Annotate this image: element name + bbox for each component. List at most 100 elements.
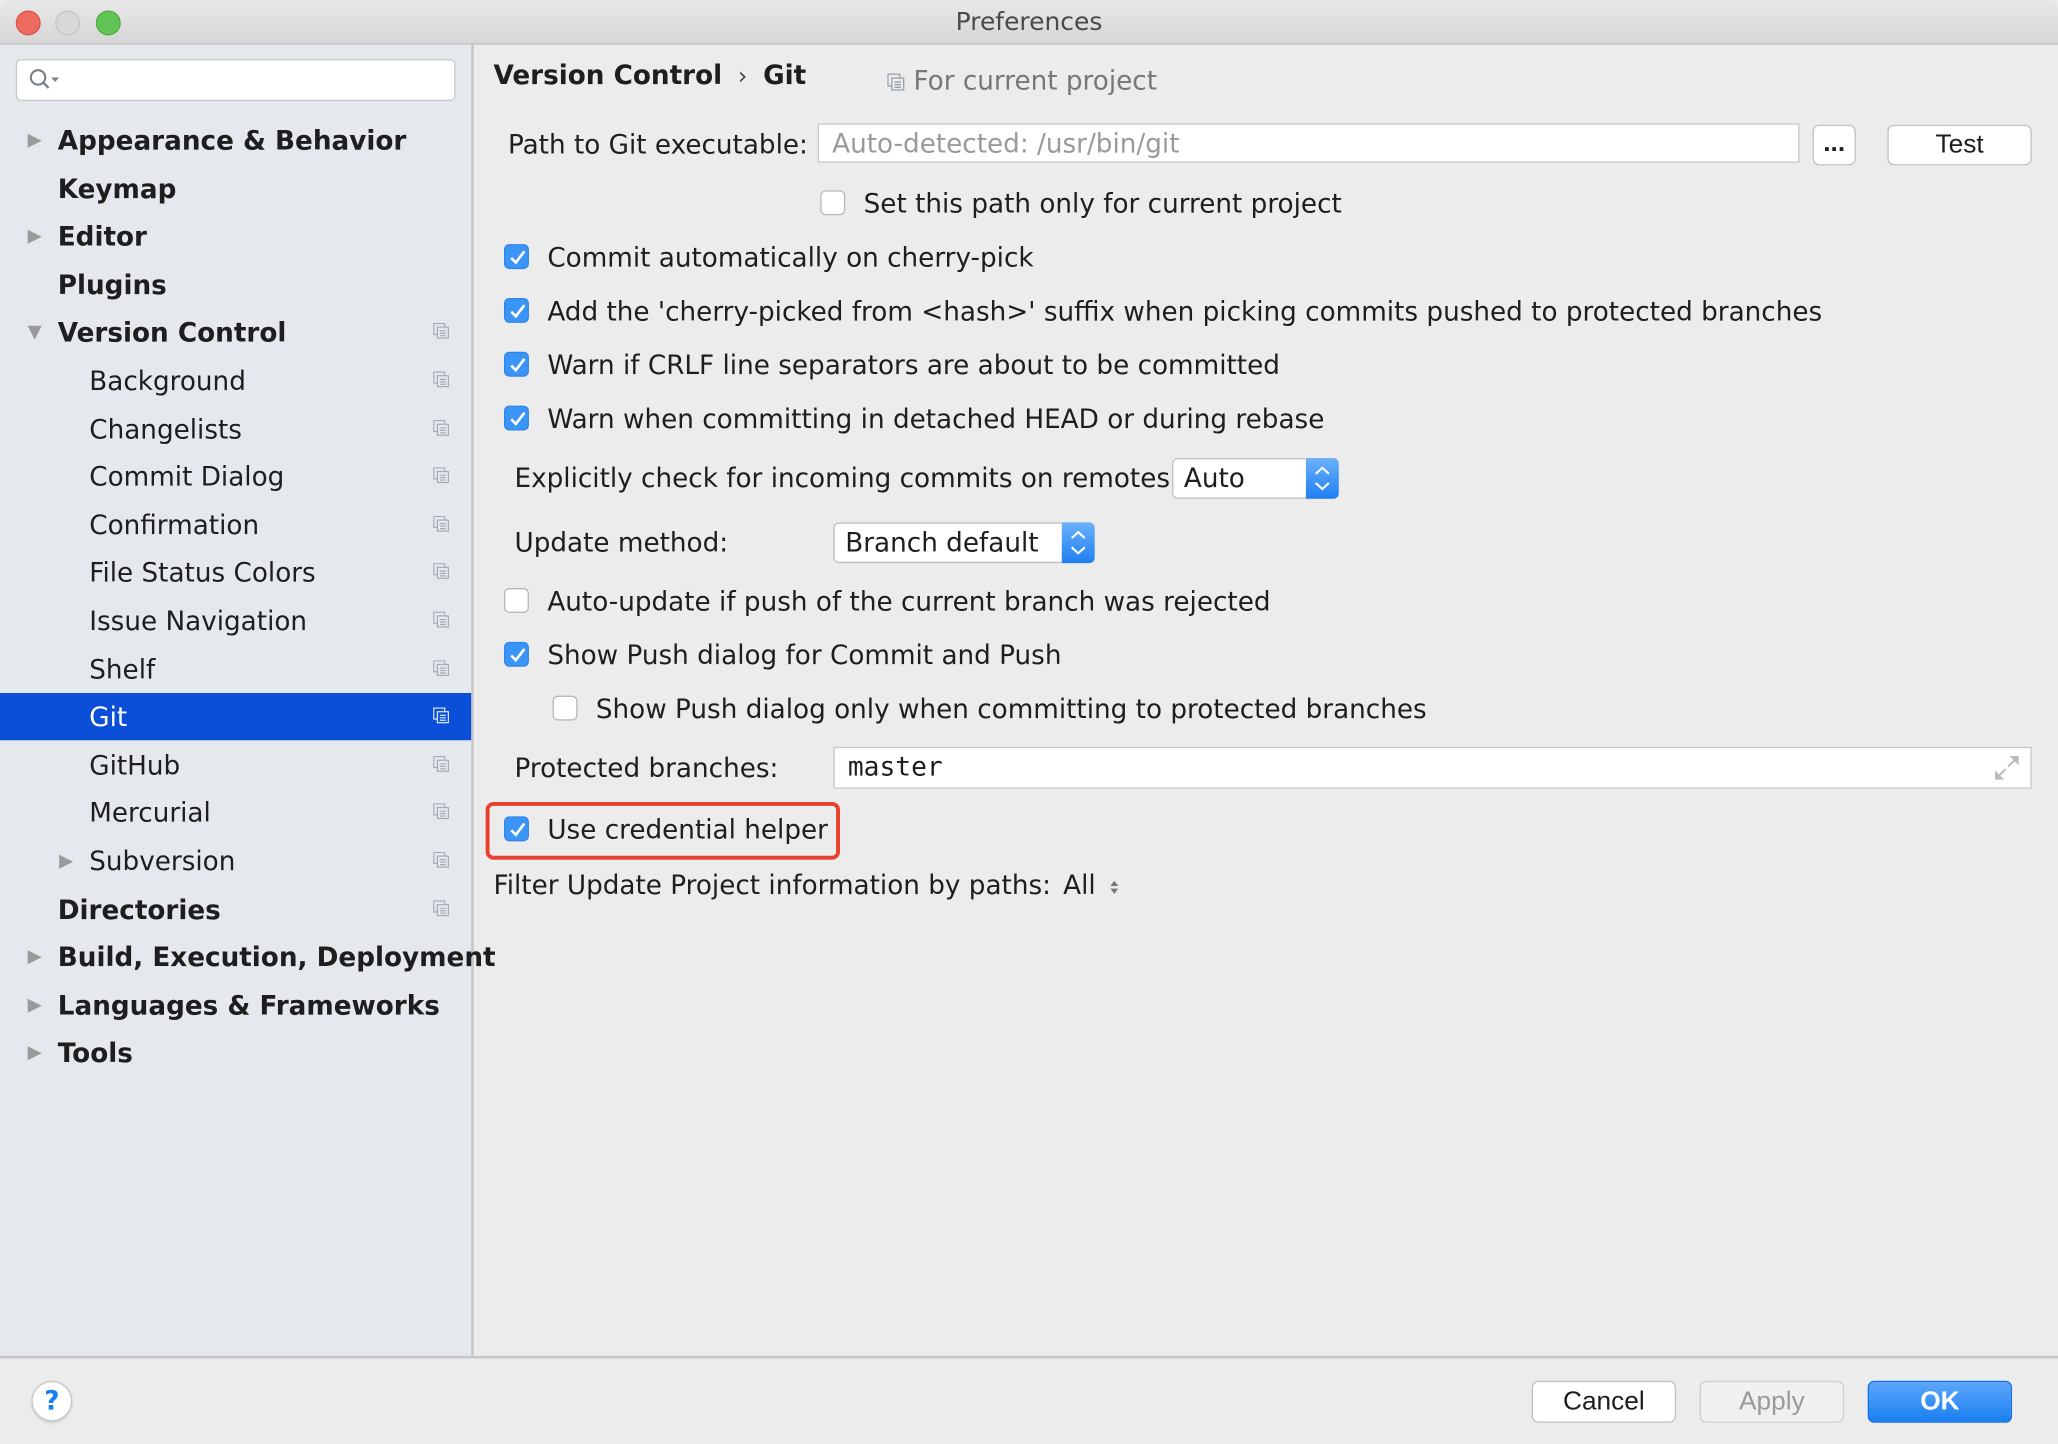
set-path-only-checkbox[interactable] — [820, 190, 846, 216]
browse-git-path-button[interactable]: ... — [1812, 124, 1856, 166]
incoming-commits-label: Explicitly check for incoming commits on… — [514, 462, 1179, 494]
sidebar-item-label: Background — [89, 364, 246, 397]
test-git-button[interactable]: Test — [1887, 124, 2032, 166]
project-level-icon — [433, 803, 449, 820]
sidebar-item-label: File Status Colors — [89, 557, 316, 589]
select-stepper-icon — [1061, 522, 1095, 564]
sidebar-item-label: Plugins — [57, 268, 167, 301]
ok-button[interactable]: OK — [1867, 1380, 2013, 1423]
checkmark-icon — [510, 411, 526, 426]
cherry-picked-suffix-label: Add the 'cherry-picked from <hash>' suff… — [547, 295, 1823, 327]
sidebar-item-version-control[interactable]: ▼ Version Control — [0, 309, 471, 356]
sidebar-item-label: Confirmation — [89, 508, 260, 541]
sidebar-item-confirmation[interactable]: Confirmation — [0, 501, 471, 548]
protected-branches-input[interactable]: master — [833, 746, 2032, 789]
git-path-label: Path to Git executable: — [507, 128, 808, 161]
update-method-select[interactable]: Branch default — [833, 522, 1095, 564]
breadcrumb-current: Git — [763, 59, 807, 91]
chevron-right-icon[interactable]: ▶ — [28, 213, 42, 260]
sidebar-item-editor[interactable]: ▶ Editor — [0, 213, 471, 260]
project-level-icon — [433, 323, 449, 340]
protected-branches-value: master — [847, 750, 943, 783]
sidebar-item-commit-dialog[interactable]: Commit Dialog — [0, 453, 471, 500]
expand-icon[interactable] — [1994, 755, 2020, 781]
show-push-protected-checkbox[interactable] — [552, 695, 578, 721]
update-method-label: Update method: — [514, 526, 729, 558]
settings-sidebar: ▶ Appearance & Behavior Keymap ▶ Editor Plugi… — [0, 44, 496, 1356]
git-path-input[interactable]: Auto-detected: /usr/bin/git — [817, 123, 1800, 163]
apply-button[interactable]: Apply — [1699, 1380, 1845, 1423]
sidebar-item-keymap[interactable]: Keymap — [0, 165, 471, 212]
project-level-icon — [433, 755, 449, 772]
window-title: Preferences — [955, 7, 1103, 37]
credential-helper-checkbox[interactable] — [504, 816, 529, 842]
warn-crlf-checkbox[interactable] — [504, 351, 529, 377]
chevron-right-icon[interactable]: ▶ — [28, 117, 42, 164]
select-stepper-icon — [1305, 458, 1339, 499]
chevron-right-icon[interactable]: ▶ — [59, 837, 73, 884]
show-push-dialog-label: Show Push dialog for Commit and Push — [547, 639, 1062, 671]
sidebar-item-label: Editor — [57, 220, 147, 253]
cancel-button[interactable]: Cancel — [1531, 1380, 1677, 1423]
warn-detached-head-checkbox[interactable] — [504, 405, 529, 431]
search-icon — [29, 69, 60, 89]
sidebar-item-changelists[interactable]: Changelists — [0, 405, 471, 452]
sidebar-item-languages-frameworks[interactable]: ▶ Languages & Frameworks — [0, 981, 471, 1028]
breadcrumb-parent[interactable]: Version Control — [494, 59, 723, 91]
sidebar-item-label: Commit Dialog — [89, 460, 285, 493]
title-bar: Preferences — [0, 0, 2058, 45]
help-button[interactable]: ? — [31, 1380, 73, 1422]
set-path-only-label: Set this path only for current project — [863, 187, 1342, 220]
checkmark-icon — [510, 822, 526, 837]
sidebar-item-build-execution-deployment[interactable]: ▶ Build, Execution, Deployment — [0, 933, 496, 980]
sidebar-item-label: Subversion — [89, 845, 236, 877]
settings-search-input[interactable] — [15, 59, 456, 102]
for-current-project-label: For current project — [913, 64, 1158, 96]
sidebar-item-tools[interactable]: ▶ Tools — [0, 1030, 471, 1077]
project-level-icon — [433, 659, 449, 676]
breadcrumb: Version Control › Git — [494, 59, 807, 91]
incoming-commits-select[interactable]: Auto — [1172, 458, 1339, 499]
updown-arrows-icon — [1110, 880, 1119, 894]
preferences-window: Preferences ▶ Appearance & Behavior Keymap… — [0, 0, 2058, 1444]
sidebar-item-git[interactable]: Git — [0, 693, 472, 741]
sidebar-item-label: Changelists — [89, 412, 242, 445]
settings-search-field[interactable] — [66, 63, 447, 98]
sidebar-item-github[interactable]: GitHub — [0, 741, 471, 788]
sidebar-item-label: GitHub — [89, 749, 181, 781]
sidebar-item-background[interactable]: Background — [0, 357, 471, 404]
show-push-protected-label: Show Push dialog only when committing to… — [595, 693, 1427, 725]
chevron-right-icon[interactable]: ▶ — [28, 981, 42, 1028]
chevron-right-icon[interactable]: ▶ — [28, 933, 42, 980]
sidebar-item-subversion[interactable]: ▶ Subversion — [0, 837, 471, 884]
project-level-icon — [433, 467, 449, 484]
sidebar-item-file-status-colors[interactable]: File Status Colors — [0, 549, 471, 596]
sidebar-item-label: Tools — [57, 1037, 133, 1069]
checkmark-icon — [510, 250, 526, 265]
sidebar-item-label: Version Control — [57, 316, 287, 349]
auto-update-checkbox[interactable] — [504, 588, 529, 613]
sidebar-item-issue-navigation[interactable]: Issue Navigation — [0, 597, 471, 644]
sidebar-item-label: Shelf — [89, 653, 156, 685]
chevron-down-icon[interactable]: ▼ — [28, 309, 42, 356]
sidebar-item-appearance-behavior[interactable]: ▶ Appearance & Behavior — [0, 117, 471, 164]
project-level-icon — [433, 707, 449, 724]
sidebar-item-plugins[interactable]: Plugins — [0, 261, 471, 308]
sidebar-item-label: Issue Navigation — [89, 605, 308, 637]
chevron-right-icon[interactable]: ▶ — [28, 1030, 42, 1077]
sidebar-item-mercurial[interactable]: Mercurial — [0, 789, 471, 836]
warn-crlf-label: Warn if CRLF line separators are about t… — [547, 349, 1280, 381]
auto-update-label: Auto-update if push of the current branc… — [547, 585, 1271, 617]
project-level-icon — [433, 899, 449, 916]
show-push-dialog-checkbox[interactable] — [504, 641, 529, 667]
project-level-icon — [433, 563, 449, 580]
incoming-commits-value: Auto — [1183, 462, 1245, 494]
cherry-pick-auto-commit-label: Commit automatically on cherry-pick — [547, 241, 1034, 274]
project-level-icon — [433, 611, 449, 628]
sidebar-item-directories[interactable]: Directories — [0, 885, 471, 932]
sidebar-item-shelf[interactable]: Shelf — [0, 645, 471, 692]
cherry-picked-suffix-checkbox[interactable] — [504, 297, 529, 323]
cherry-pick-auto-commit-checkbox[interactable] — [504, 244, 529, 270]
filter-update-select[interactable]: All — [1063, 869, 1121, 900]
warn-detached-head-label: Warn when committing in detached HEAD or… — [547, 402, 1325, 435]
